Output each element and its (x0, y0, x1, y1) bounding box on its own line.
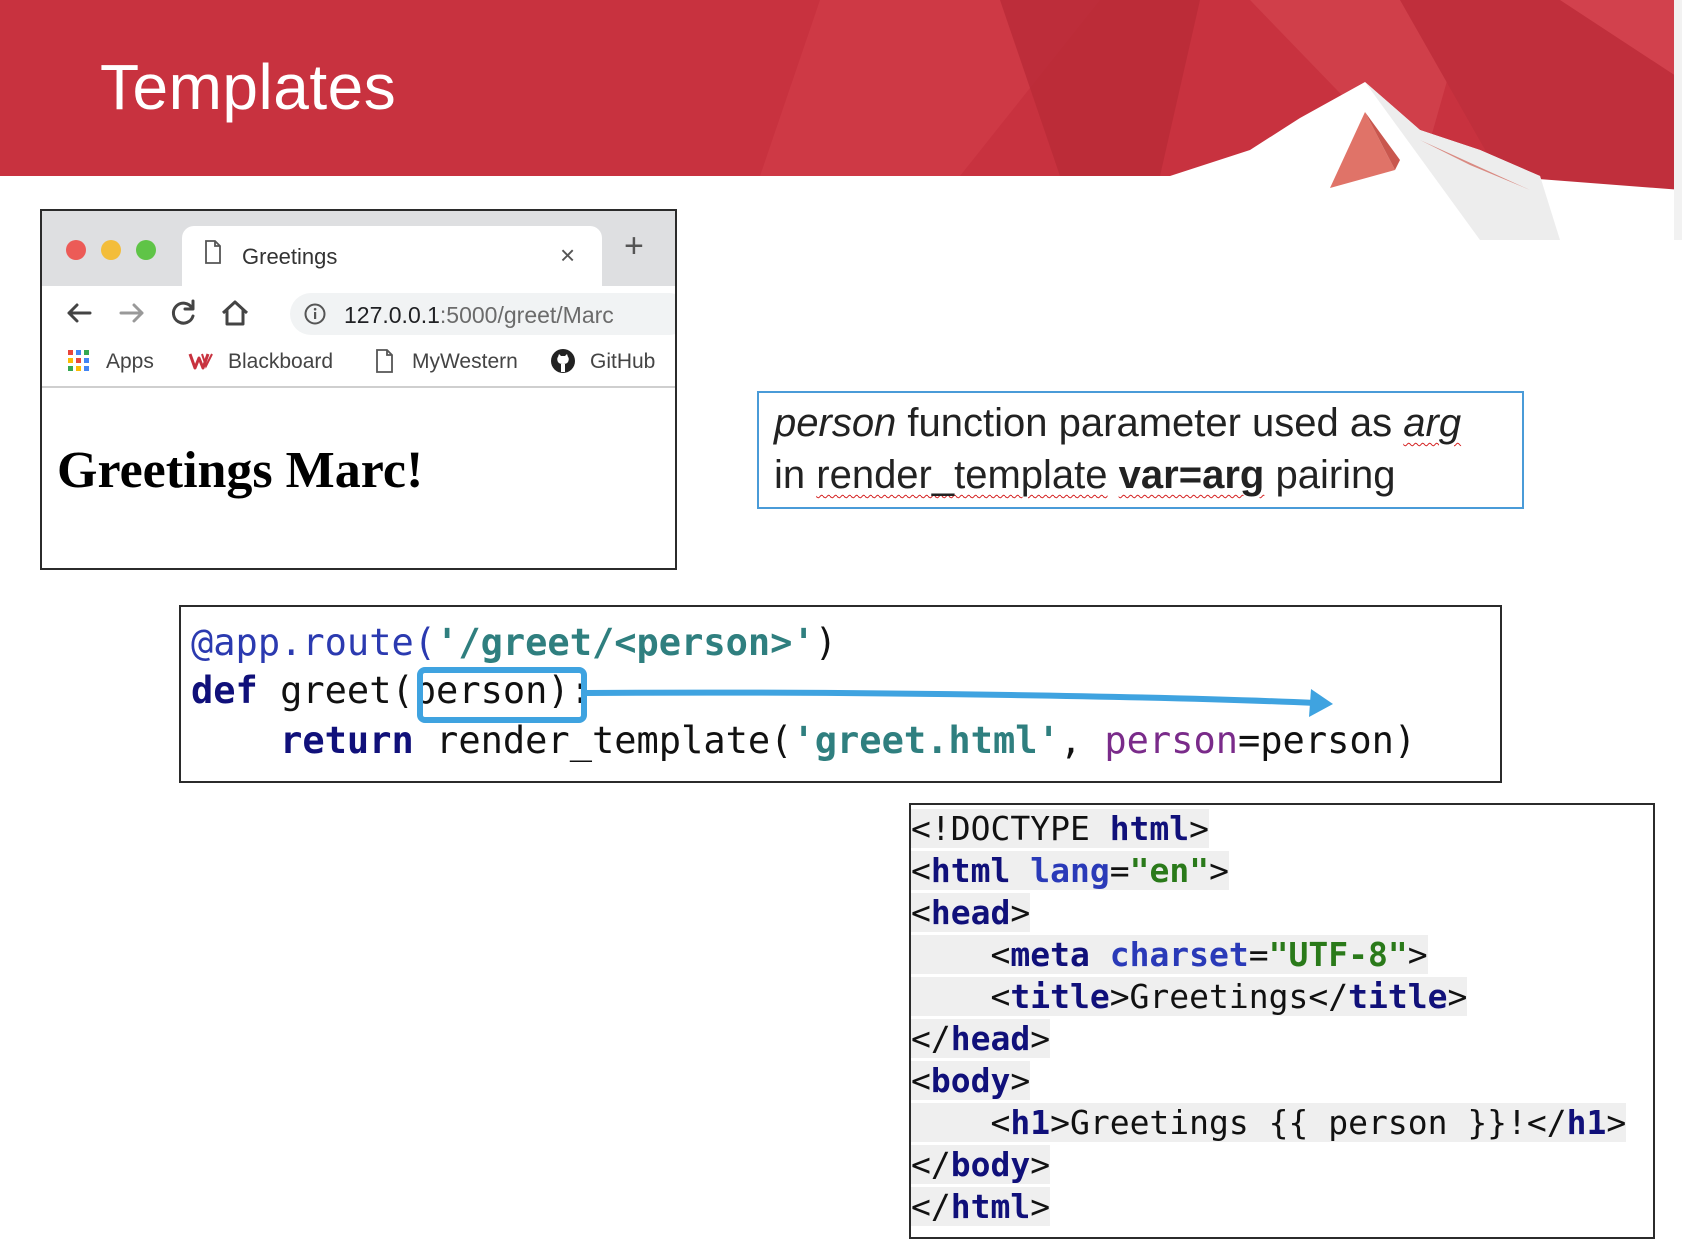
html-code-line: <html lang="en"> (911, 851, 1229, 890)
code-line-return: return render_template('greet.html', per… (280, 719, 1417, 762)
blackboard-logo-icon (188, 353, 213, 370)
home-icon[interactable] (218, 296, 252, 330)
forward-arrow-icon[interactable] (115, 296, 149, 330)
bookmark-label: Apps (106, 350, 154, 373)
reload-icon[interactable] (166, 296, 200, 330)
bookmark-label: MyWestern (412, 350, 518, 373)
html-template-code-block: <!DOCTYPE html> <html lang="en"> <head> … (909, 803, 1655, 1239)
code-line-route: @app.route('/greet/<person>') (191, 621, 838, 664)
bookmarks-bar: Apps Blackboard MyWestern GitHub (42, 338, 675, 388)
browser-titlebar: Greetings × + (42, 211, 675, 286)
tab-greetings[interactable]: Greetings × (182, 226, 602, 286)
url-text[interactable]: 127.0.0.1:5000/greet/Marc (344, 302, 614, 329)
new-tab-button[interactable]: + (624, 229, 644, 263)
callout-line-1: person function parameter used as arg (774, 401, 1462, 445)
html-code-line: <meta charset="UTF-8"> (911, 935, 1428, 974)
tab-title: Greetings (242, 244, 338, 269)
html-code-line: <!DOCTYPE html> (911, 809, 1210, 848)
html-code-line: <head> (911, 893, 1031, 932)
html-code-line: </html> (911, 1187, 1051, 1226)
html-code-line: <body> (911, 1061, 1031, 1100)
address-bar[interactable]: 127.0.0.1:5000/greet/Marc (290, 293, 675, 335)
browser-window: Greetings × + 127.0.0.1:5000/greet/Marc (40, 209, 677, 570)
document-icon (205, 240, 221, 264)
page-heading: Greetings Marc! (57, 442, 424, 499)
bookmark-label: GitHub (590, 350, 656, 373)
apps-grid-icon (68, 350, 89, 371)
info-icon[interactable] (304, 303, 326, 325)
slide-title: Templates (100, 51, 397, 123)
browser-toolbar: 127.0.0.1:5000/greet/Marc (42, 286, 675, 338)
callout-line-2: in render_template var=arg pairing (774, 453, 1396, 497)
html-code-line: <title>Greetings</title> (911, 977, 1468, 1016)
close-window-button[interactable] (66, 240, 86, 260)
tab-close-icon[interactable]: × (560, 240, 575, 271)
maximize-window-button[interactable] (136, 240, 156, 260)
explanation-callout: person function parameter used as arg in… (757, 391, 1524, 509)
html-code-line: </body> (911, 1145, 1051, 1184)
bookmark-label: Blackboard (228, 350, 334, 373)
html-code-line: </head> (911, 1019, 1051, 1058)
person-parameter-highlight (417, 667, 587, 723)
minimize-window-button[interactable] (101, 240, 121, 260)
github-icon (551, 349, 575, 373)
python-code-block: @app.route('/greet/<person>') def greet(… (179, 605, 1502, 783)
back-arrow-icon[interactable] (62, 296, 96, 330)
html-code-line: <h1>Greetings {{ person }}!</h1> (911, 1103, 1627, 1142)
document-icon (376, 349, 393, 373)
